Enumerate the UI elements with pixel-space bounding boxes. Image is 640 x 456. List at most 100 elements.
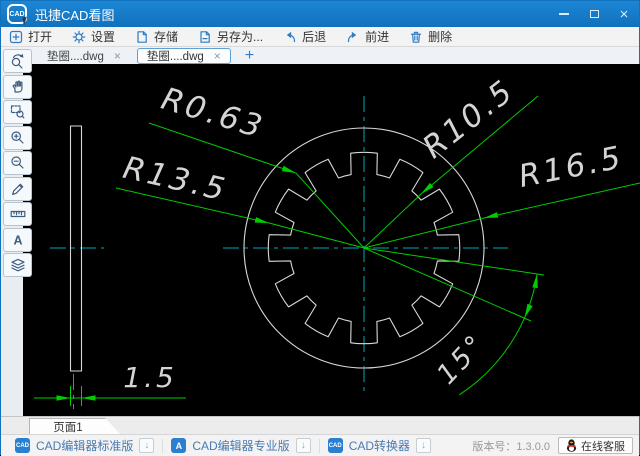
document-tabbar: 垫圈....dwg × 垫圈....dwg × + [1, 47, 639, 64]
sidebar-zoom-window-button[interactable] [3, 100, 32, 124]
toolbar-item-label: 另存为... [217, 30, 264, 44]
sidebar-zoom-out-button[interactable] [3, 151, 32, 175]
sidebar-annotate-pen-button[interactable] [3, 176, 32, 201]
online-support-label: 在线客服 [581, 440, 625, 453]
dimension-texts: R0.63 R13.5 R10.5 R16.5 15° 1.5 [120, 72, 627, 394]
qq-penguin-icon [566, 439, 577, 452]
save-as-icon [198, 30, 212, 44]
cad-logo-icon: CAD [15, 438, 30, 453]
zoom-out-icon [10, 155, 26, 171]
title-bar: CAD 迅捷CAD看图 × [1, 1, 639, 27]
tab-close-icon[interactable]: × [114, 50, 121, 62]
dimension-arrowhead [254, 217, 269, 223]
statusbar-cad-converter-link[interactable]: CAD CAD转换器 ↓ [320, 435, 439, 456]
angle-ray-1 [363, 247, 545, 276]
cursor-icon [22, 16, 29, 26]
toolbar-settings-button[interactable]: 设置 [72, 28, 115, 45]
document-tab-1[interactable]: 垫圈....dwg × [37, 48, 131, 64]
forward-icon [346, 30, 360, 44]
page-tab-1[interactable]: 页面1 [29, 418, 121, 435]
toolbar-item-label: 后退 [302, 30, 327, 44]
angle-ray-2 [363, 247, 532, 322]
sidebar-pan-button[interactable] [3, 74, 32, 99]
toolbar-item-label: 存储 [154, 30, 179, 44]
window-title: 迅捷CAD看图 [35, 7, 115, 23]
sidebar-fit-view-button[interactable] [3, 49, 32, 73]
toolbar-save-button[interactable]: 存储 [135, 28, 178, 45]
dim-text-1.5: 1.5 [123, 361, 177, 394]
sidebar-text-button[interactable]: A [3, 227, 32, 252]
leader-r165 [363, 182, 640, 249]
dimension-arrowhead [281, 165, 296, 173]
dim-text-r10.5: R10.5 [416, 72, 521, 165]
dim-text-r13.5: R13.5 [120, 150, 231, 209]
dim-text-r0.63: R0.63 [157, 81, 268, 146]
close-icon: × [619, 5, 629, 23]
svg-text:A: A [13, 233, 22, 247]
app-window: CAD 迅捷CAD看图 × 打开 设置 存储 另存为... 后退 前进 删除 垫圈....d… [0, 0, 640, 456]
statusbar-link-label: CAD编辑器标准版 [36, 439, 134, 453]
minimize-icon [559, 13, 569, 15]
pan-icon [10, 79, 26, 95]
download-icon[interactable]: ↓ [295, 438, 311, 453]
statusbar-cad-editor-standard-link[interactable]: CAD CAD编辑器标准版 ↓ [7, 435, 162, 456]
status-bar: CAD CAD编辑器标准版 ↓ A CAD编辑器专业版 ↓ CAD CAD转换器 ↓ 版本号：1… [1, 434, 639, 456]
sidebar-measure-button[interactable] [3, 202, 32, 226]
plus-icon [9, 30, 23, 44]
fit-view-icon [10, 53, 26, 69]
app-logo-text: CAD [9, 10, 25, 18]
gear-icon [72, 30, 86, 44]
statusbar-cad-editor-pro-link[interactable]: A CAD编辑器专业版 ↓ [163, 435, 318, 456]
close-button[interactable]: × [609, 1, 639, 27]
online-support-button[interactable]: 在线客服 [558, 437, 633, 454]
dim-text-r16.5: R16.5 [516, 139, 627, 194]
page-tab-label: 页面1 [53, 421, 83, 434]
maximize-icon [589, 10, 599, 18]
statusbar-link-label: CAD编辑器专业版 [192, 439, 290, 453]
tab-add-button[interactable]: + [241, 47, 258, 64]
toolbar-back-button[interactable]: 后退 [283, 28, 326, 45]
dim-text-15deg: 15° [431, 328, 492, 391]
toolbar: 打开 设置 存储 另存为... 后退 前进 删除 [1, 27, 639, 47]
toolbar-item-label: 删除 [428, 30, 453, 44]
toolbar-open-button[interactable]: 打开 [9, 28, 52, 45]
document-tab-2-active[interactable]: 垫圈....dwg × [136, 47, 231, 64]
sidebar-zoom-in-button[interactable] [3, 125, 32, 150]
document-tab-label: 垫圈....dwg [47, 50, 104, 63]
drawing-canvas[interactable]: R0.63 R13.5 R10.5 R16.5 15° 1.5 [23, 64, 640, 416]
back-icon [283, 30, 297, 44]
toolbar-item-label: 前进 [365, 30, 390, 44]
toolbar-save-as-button[interactable]: 另存为... [198, 28, 263, 45]
maximize-button[interactable] [579, 1, 609, 27]
statusbar-link-label: CAD转换器 [348, 439, 411, 453]
download-icon[interactable]: ↓ [139, 438, 155, 453]
document-tab-label: 垫圈....dwg [146, 50, 204, 63]
toolbar-item-label: 打开 [28, 30, 53, 44]
leader-r135 [115, 187, 365, 249]
app-logo-icon: CAD [7, 4, 29, 26]
text-icon: A [10, 232, 26, 248]
measure-icon [10, 206, 26, 222]
dimension-arrowhead [532, 273, 538, 289]
page-tabbar: 页面1 [1, 416, 639, 434]
zoom-window-icon [10, 104, 26, 120]
tab-close-icon[interactable]: × [214, 50, 221, 62]
sidebar-layers-button[interactable] [3, 253, 32, 277]
toolbar-item-label: 设置 [91, 30, 116, 44]
cad-drawing: R0.63 R13.5 R10.5 R16.5 15° 1.5 [34, 72, 640, 409]
dimension-lines [34, 95, 640, 406]
version-label: 版本号：1.3.0.0 [472, 440, 550, 453]
save-icon [135, 30, 149, 44]
minimize-button[interactable] [549, 1, 579, 27]
pen-icon [10, 181, 26, 197]
dimension-arrowhead [524, 303, 533, 318]
zoom-in-icon [10, 130, 26, 146]
download-icon[interactable]: ↓ [416, 438, 432, 453]
sidebar-toolbar: A [3, 49, 32, 279]
toolbar-delete-button[interactable]: 删除 [409, 28, 452, 45]
toolbar-forward-button[interactable]: 前进 [346, 28, 389, 45]
dimension-arrowhead [484, 212, 499, 218]
dimension-arrowhead [81, 395, 96, 401]
layers-icon [10, 257, 26, 273]
cad-logo-icon: CAD [327, 438, 343, 453]
